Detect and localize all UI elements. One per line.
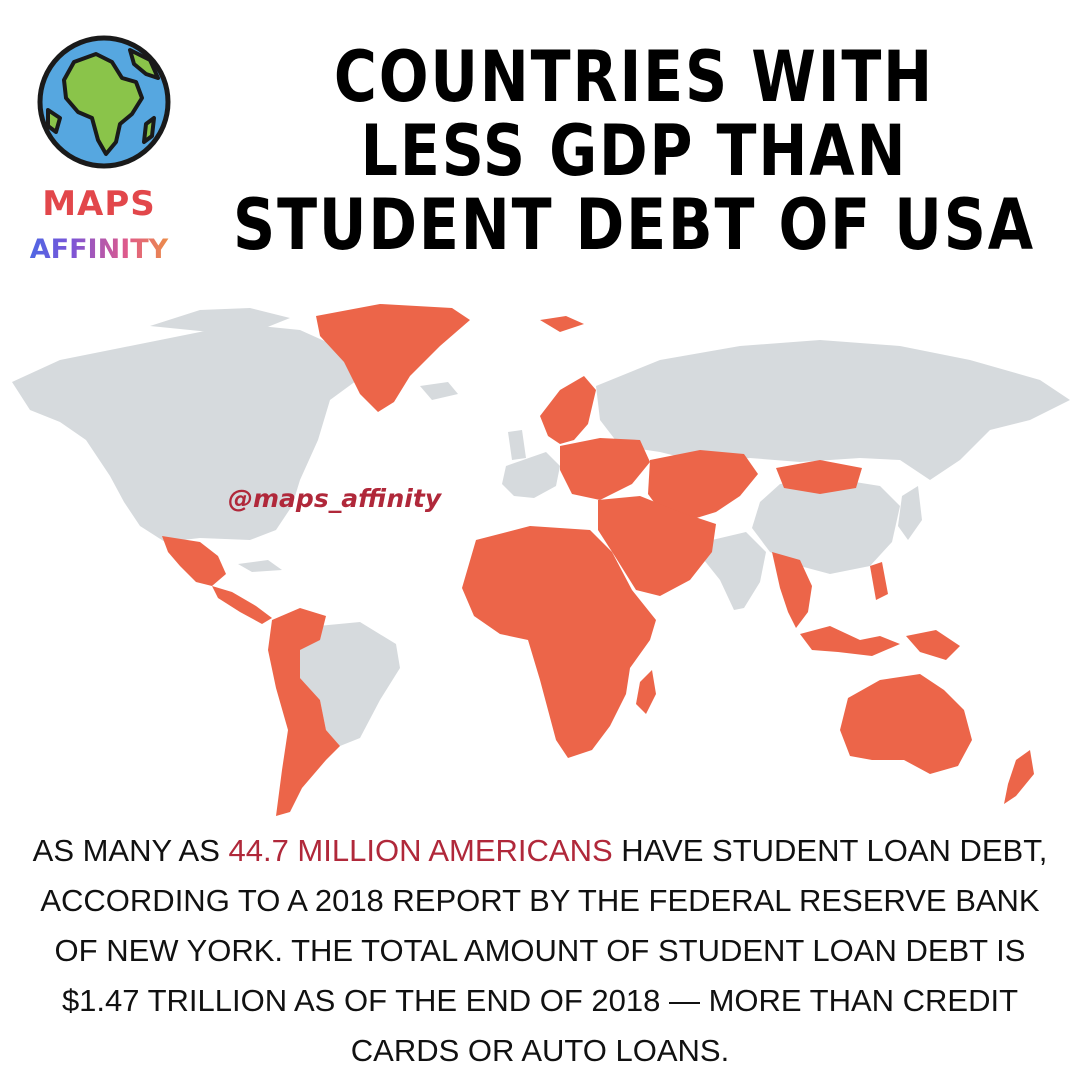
region-western-europe [502, 452, 560, 498]
caption-part-2: HAVE STUDENT LOAN DEBT, ACCORDING TO A 2… [40, 833, 1048, 1068]
region-india [704, 532, 766, 610]
region-papua [906, 630, 960, 660]
map-watermark: @maps_affinity [228, 484, 442, 513]
title-line-2: LESS GDP THAN [360, 110, 908, 192]
region-central-america [212, 586, 272, 624]
region-new-zealand [1004, 750, 1034, 804]
region-eastern-europe [560, 438, 650, 500]
caption-part-1: AS MANY AS [32, 833, 229, 868]
region-philippines [870, 562, 888, 600]
region-scandinavia [540, 376, 596, 444]
region-korea [874, 494, 886, 518]
caption-highlight: 44.7 MILLION AMERICANS [228, 833, 613, 868]
logo-text-maps: MAPS [42, 184, 156, 224]
page-title: COUNTRIES WITH LESS GDP THAN STUDENT DEB… [219, 40, 1049, 262]
globe-africa-icon [37, 35, 171, 169]
region-cuba [238, 560, 282, 572]
region-uk [508, 430, 526, 460]
region-iceland [420, 382, 458, 400]
region-japan [898, 486, 922, 540]
region-indonesia [800, 626, 900, 656]
region-madagascar [636, 670, 656, 714]
world-map [12, 304, 1070, 816]
region-australia [840, 674, 972, 774]
logo-text-affinity: AFFINITY [14, 234, 184, 265]
title-line-1: COUNTRIES WITH [333, 36, 935, 118]
region-svalbard [540, 316, 584, 332]
title-line-3: STUDENT DEBT OF USA [233, 184, 1035, 266]
caption-text: AS MANY AS 44.7 MILLION AMERICANS HAVE S… [20, 826, 1060, 1076]
region-mexico [162, 536, 226, 586]
brand-logo: MAPS AFFINITY [14, 22, 184, 272]
